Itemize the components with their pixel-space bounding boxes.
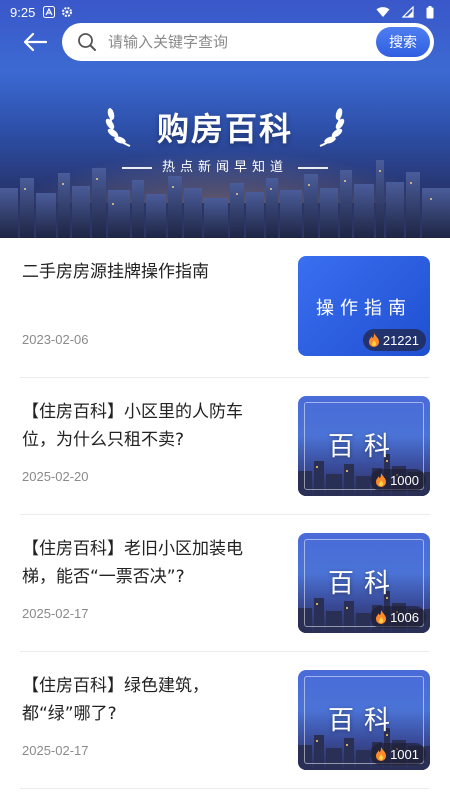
article-date: 2025-02-20 (22, 469, 89, 484)
view-count: 1001 (390, 746, 419, 762)
article-thumbnail: 百科 1001 (298, 670, 430, 770)
view-count-badge: 1000 (370, 469, 426, 491)
search-button[interactable]: 搜索 (376, 27, 430, 57)
article-thumbnail: 百科 1006 (298, 533, 430, 633)
view-count: 1000 (390, 472, 419, 488)
status-time: 9:25 (10, 4, 36, 20)
thumbnail-text: 百科 (327, 569, 400, 599)
article-thumbnail: 操作指南 21221 (298, 256, 430, 356)
list-item[interactable]: 【住房百科】小区里的人防车位，为什么只租不卖? 2025-02-20 百科 10… (20, 378, 430, 515)
list-item[interactable]: 【住房百科】老旧小区加装电梯，能否“一票否决”? 2025-02-17 百科 1… (20, 515, 430, 652)
article-date: 2023-02-06 (22, 332, 89, 347)
thumbnail-text: 百科 (327, 706, 400, 736)
article-title: 二手房房源挂牌操作指南 (22, 262, 209, 282)
fire-icon (375, 473, 387, 487)
thumbnail-text: 操作指南 (316, 298, 412, 319)
arrow-left-icon (23, 32, 48, 52)
fire-icon (375, 610, 387, 624)
hero-title: 购房百科 (156, 110, 293, 148)
list-item[interactable]: 【住房百科】绿色建筑，都“绿”哪了? 2025-02-17 百科 1001 (20, 652, 430, 789)
hero-subtitle-wrap: 热点新闻早知道 (0, 156, 450, 175)
search-icon (76, 31, 98, 53)
article-title: 【住房百科】老旧小区加装电梯，能否“一票否决”? (22, 539, 243, 587)
settings-gear-icon (61, 6, 73, 18)
view-count: 21221 (382, 332, 419, 348)
thumbnail-text: 百科 (327, 432, 400, 462)
view-count: 1006 (390, 609, 419, 625)
view-count-badge: 1006 (370, 606, 426, 628)
hero-subtitle: 热点新闻早知道 (161, 160, 288, 175)
article-date: 2025-02-17 (22, 743, 89, 758)
article-title: 【住房百科】小区里的人防车位，为什么只租不卖? (22, 402, 243, 450)
hero-banner: 9:25 搜索 (0, 0, 450, 238)
back-button[interactable] (20, 28, 50, 56)
article-list: 二手房房源挂牌操作指南 2023-02-06 操作指南 21221 【住房百科】… (0, 238, 450, 789)
article-date: 2025-02-17 (22, 606, 89, 621)
article-title: 【住房百科】绿色建筑，都“绿”哪了? (22, 676, 209, 724)
laurel-right-icon (319, 108, 345, 147)
status-bar: 9:25 (0, 0, 450, 24)
search-bar[interactable]: 搜索 (62, 23, 434, 61)
battery-icon (426, 5, 434, 19)
article-thumbnail: 百科 1000 (298, 396, 430, 496)
fire-icon (375, 747, 387, 761)
signal-icon (402, 6, 414, 18)
view-count-badge: 21221 (362, 329, 426, 351)
font-a-icon (43, 6, 56, 18)
view-count-badge: 1001 (370, 743, 426, 765)
list-item[interactable]: 二手房房源挂牌操作指南 2023-02-06 操作指南 21221 (20, 238, 430, 378)
wifi-icon (376, 6, 390, 18)
fire-icon (368, 333, 380, 347)
